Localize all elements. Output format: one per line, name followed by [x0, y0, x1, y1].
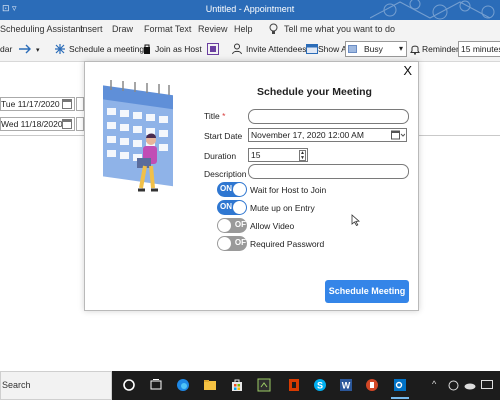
show-as-dropdown[interactable]: Busy ▾	[345, 41, 407, 57]
toggle-knob	[233, 183, 246, 196]
teams-icon[interactable]	[207, 43, 219, 55]
ribbon-toolbar: dar ▾ Schedule a meeting Join as Host In…	[0, 38, 500, 62]
start-date-picker-value: November 17, 2020 12:00 AM	[251, 130, 364, 140]
schedule-meeting-submit-button[interactable]: Schedule Meeting	[325, 280, 409, 303]
cortana-icon[interactable]	[115, 371, 143, 400]
network-icon[interactable]	[448, 380, 459, 391]
toggle-text: OF	[234, 220, 246, 229]
ribbon-tabs: Scheduling Assistant Insert Draw Format …	[0, 20, 500, 38]
edge-icon[interactable]	[169, 371, 197, 400]
toggle-knob	[233, 201, 246, 214]
tab-draw[interactable]: Draw	[112, 24, 133, 34]
start-date-picker[interactable]: November 17, 2020 12:00 AM	[248, 128, 407, 142]
toggle-mute-on-entry[interactable]: ON	[217, 200, 247, 215]
end-date-field[interactable]: Wed 11/18/2020	[0, 117, 75, 131]
end-time-field[interactable]	[76, 117, 84, 131]
divider	[0, 135, 85, 136]
chevron-up-icon[interactable]: ^	[432, 379, 436, 389]
start-date-label: Start Date	[204, 131, 243, 141]
svg-text:S: S	[317, 381, 323, 391]
toggle-text: OF	[234, 238, 246, 247]
arrow-right-icon[interactable]	[18, 43, 32, 55]
calendar-dropdown-icon[interactable]	[391, 130, 405, 141]
allow-video-label: Allow Video	[250, 221, 295, 231]
reminder-label: Reminder:	[422, 44, 462, 54]
office-icon[interactable]	[280, 371, 308, 400]
title-input[interactable]	[248, 109, 409, 124]
tab-format-text[interactable]: Format Text	[144, 24, 191, 34]
task-view-icon[interactable]	[142, 371, 170, 400]
end-date-value: Wed 11/18/2020	[1, 119, 63, 129]
outlook-icon[interactable]	[386, 371, 414, 400]
mute-on-entry-label: Mute up on Entry	[250, 203, 315, 213]
display-icon[interactable]	[481, 380, 493, 391]
start-time-field[interactable]	[76, 97, 84, 111]
wait-for-host-label: Wait for Host to Join	[250, 185, 327, 195]
reminder-value: 15 minutes	[461, 44, 500, 54]
store-icon[interactable]	[223, 371, 251, 400]
chevron-down-icon: ▾	[398, 44, 403, 53]
invite-attendees-icon	[232, 43, 242, 55]
toggle-text: ON	[220, 184, 232, 193]
title-label: Title *	[204, 111, 226, 121]
svg-text:W: W	[342, 381, 351, 391]
toggle-allow-video[interactable]: OF	[217, 218, 247, 233]
taskbar: Search S W ^	[0, 371, 500, 400]
title-bar-pattern	[370, 0, 495, 20]
description-input[interactable]	[248, 164, 409, 179]
stepper-arrows-icon[interactable]: ▲ ▼	[299, 150, 306, 161]
toggle-knob	[218, 237, 231, 250]
close-icon[interactable]: X	[403, 63, 412, 78]
calendar-icon[interactable]	[62, 99, 72, 109]
required-mark: *	[222, 111, 226, 121]
taskbar-search-text: Search	[2, 380, 31, 390]
schedule-meeting-icon	[55, 44, 65, 54]
onedrive-icon[interactable]	[464, 381, 476, 390]
description-label: Description	[204, 169, 247, 179]
start-date-field[interactable]: Tue 11/17/2020	[0, 97, 75, 111]
tell-me-search[interactable]: Tell me what you want to do	[284, 24, 395, 34]
terminal-icon[interactable]	[250, 371, 278, 400]
toggle-text: ON	[220, 202, 232, 211]
skype-icon[interactable]: S	[306, 371, 334, 400]
tab-insert[interactable]: Insert	[80, 24, 103, 34]
toggle-wait-for-host[interactable]: ON	[217, 182, 247, 197]
powerpoint-icon[interactable]	[358, 371, 386, 400]
start-date-value: Tue 11/17/2020	[1, 99, 60, 109]
duration-value: 15	[251, 150, 261, 160]
show-as-icon	[306, 44, 318, 54]
calendar-person-illustration	[103, 80, 173, 192]
lightbulb-icon	[269, 23, 278, 34]
join-host-icon	[144, 44, 150, 54]
calendar-button[interactable]: dar	[0, 44, 12, 54]
busy-swatch	[348, 45, 357, 53]
chevron-down-icon[interactable]: ▾	[36, 46, 40, 54]
invite-attendees-button[interactable]: Invite Attendees	[246, 44, 307, 54]
join-as-host-button[interactable]: Join as Host	[155, 44, 202, 54]
tab-review[interactable]: Review	[198, 24, 228, 34]
schedule-meeting-dialog: X Schedule your Meeting Title * Start Da…	[84, 61, 419, 311]
file-explorer-icon[interactable]	[196, 371, 224, 400]
toggle-knob	[218, 219, 231, 232]
title-bar: ⊡ ▿ Untitled - Appointment	[0, 0, 500, 20]
dialog-title: Schedule your Meeting	[257, 86, 372, 98]
mouse-cursor-icon	[351, 214, 360, 226]
tab-scheduling-assistant[interactable]: Scheduling Assistant	[0, 24, 83, 34]
taskbar-search[interactable]: Search	[0, 371, 112, 400]
tab-help[interactable]: Help	[234, 24, 253, 34]
duration-label: Duration	[204, 151, 237, 161]
calendar-icon[interactable]	[62, 119, 72, 129]
required-password-label: Required Password	[250, 239, 325, 249]
toggle-required-password[interactable]: OF	[217, 236, 247, 251]
divider	[418, 135, 500, 136]
word-icon[interactable]: W	[332, 371, 360, 400]
bell-icon	[410, 45, 420, 55]
duration-stepper[interactable]: 15 ▲ ▼	[248, 148, 308, 162]
schedule-meeting-button[interactable]: Schedule a meeting	[69, 44, 144, 54]
reminder-dropdown[interactable]: 15 minutes	[458, 41, 500, 57]
show-as-value: Busy	[364, 44, 383, 54]
